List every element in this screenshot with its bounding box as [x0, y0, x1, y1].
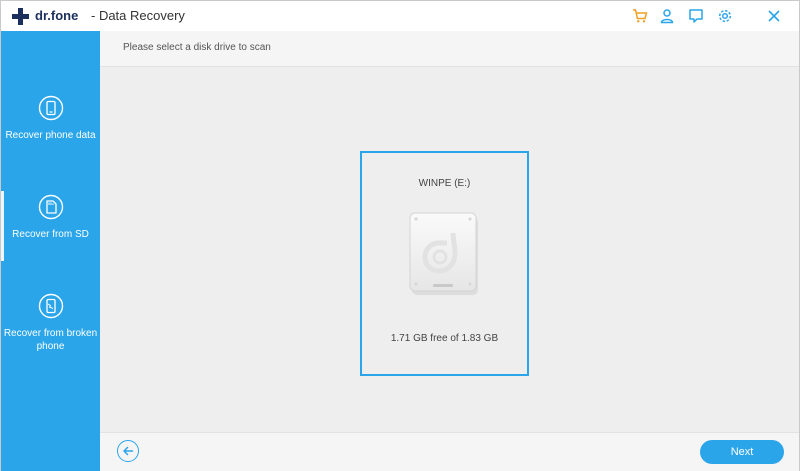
- sidebar: Recover phone data Recover from SD Recov…: [1, 31, 100, 471]
- hard-drive-icon: [409, 212, 478, 295]
- sidebar-item-label: Recover from broken phone: [3, 328, 98, 352]
- main-content: Please select a disk drive to scan WINPE…: [100, 31, 799, 471]
- dr-fone-logo-icon: [12, 8, 29, 25]
- sidebar-item-recover-from-sd[interactable]: Recover from SD: [1, 194, 100, 241]
- content-header: Please select a disk drive to scan: [100, 31, 799, 67]
- settings-icon[interactable]: [715, 6, 735, 26]
- drive-name: WINPE (E:): [418, 178, 471, 189]
- sidebar-item-label: Recover from SD: [12, 229, 89, 240]
- back-button[interactable]: [117, 440, 139, 462]
- account-icon[interactable]: [657, 6, 677, 26]
- drive-free-space: 1.71 GB free of 1.83 GB: [390, 333, 499, 344]
- drive-card[interactable]: WINPE (E:) 1.71 GB free of 1.83 GB: [360, 151, 529, 376]
- phone-recover-icon: [38, 95, 63, 121]
- feedback-icon[interactable]: [686, 6, 706, 26]
- window-title: - Data Recovery: [91, 8, 185, 23]
- sidebar-item-recover-from-broken-phone[interactable]: Recover from broken phone: [1, 293, 100, 353]
- back-arrow-icon: [123, 446, 134, 456]
- sidebar-item-label: Recover phone data: [5, 130, 96, 141]
- close-icon[interactable]: [764, 6, 784, 26]
- app-window: dr.fone - Data Recovery Recover phone da…: [0, 0, 800, 471]
- broken-phone-recover-icon: [38, 293, 63, 319]
- sd-card-recover-icon: [38, 194, 63, 220]
- title-bar: dr.fone - Data Recovery: [1, 1, 799, 31]
- sidebar-item-recover-phone-data[interactable]: Recover phone data: [1, 95, 100, 142]
- next-button[interactable]: Next: [700, 440, 784, 464]
- scan-prompt: Please select a disk drive to scan: [123, 42, 271, 53]
- brand-name: dr.fone: [35, 8, 79, 23]
- footer-bar: Next: [100, 432, 799, 471]
- cart-icon[interactable]: [630, 6, 650, 26]
